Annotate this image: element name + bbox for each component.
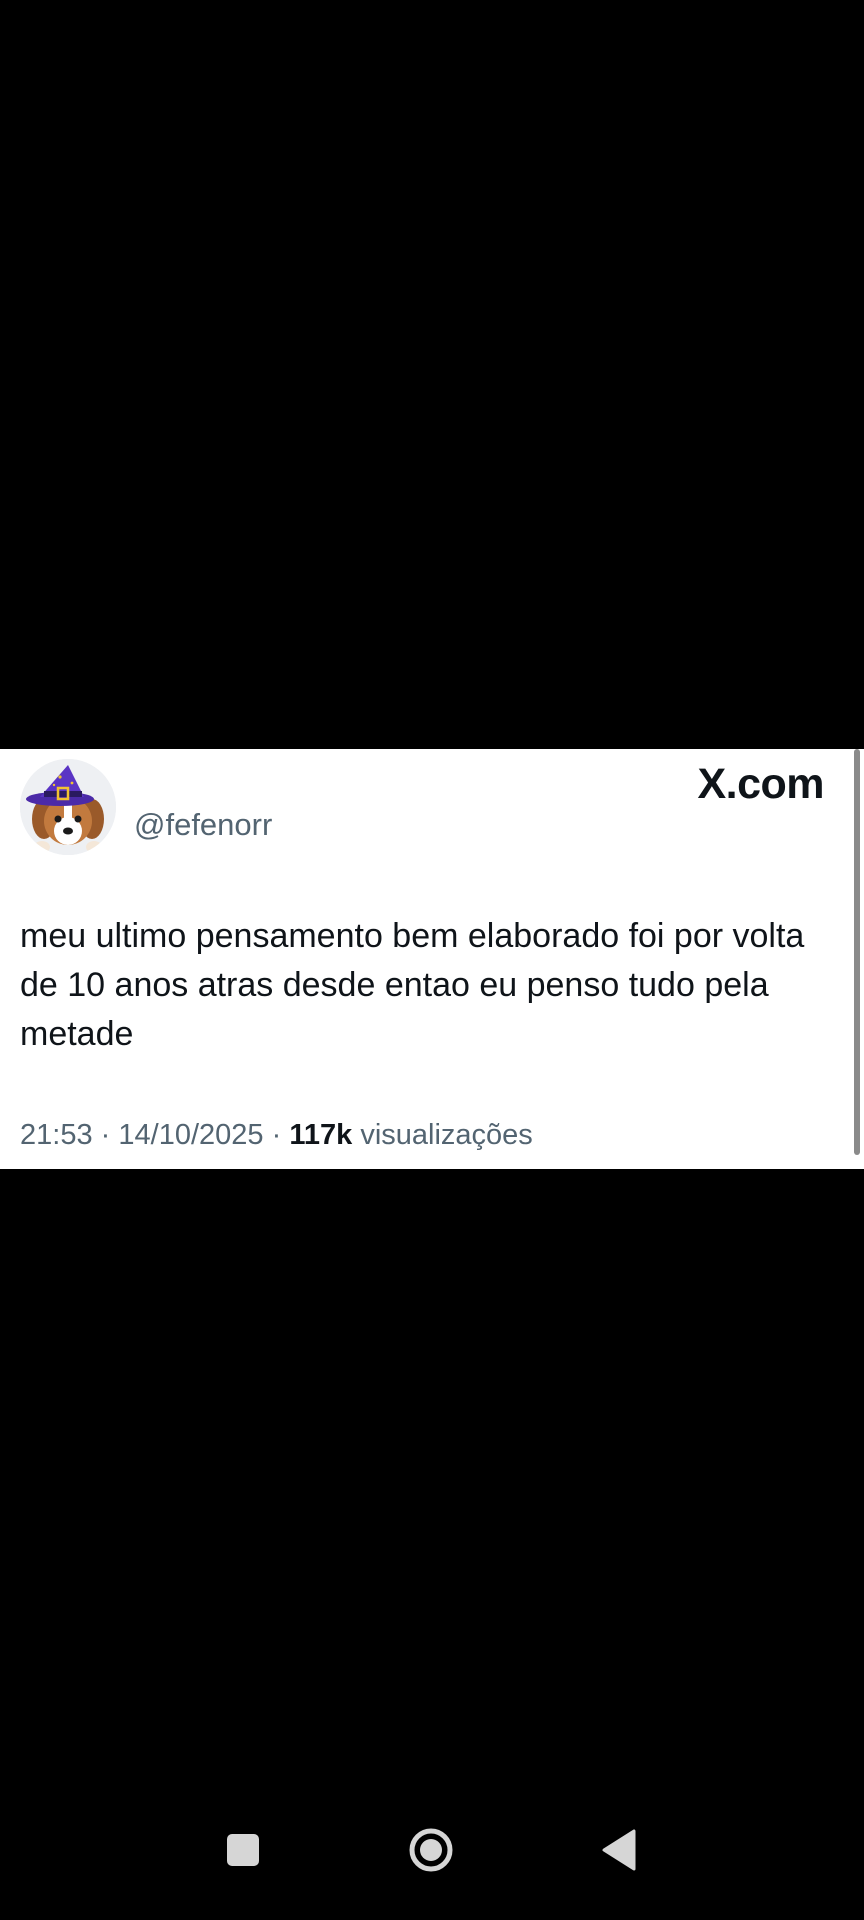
meta-separator: · xyxy=(100,1119,111,1151)
meta-separator: · xyxy=(271,1119,282,1151)
tweet-card[interactable]: @fefenorr X.com meu ultimo pensamento be… xyxy=(0,749,864,1169)
puppy-avatar-icon xyxy=(20,759,116,855)
views-label: visualizações xyxy=(360,1119,533,1151)
circle-home-icon xyxy=(409,1828,453,1872)
square-icon xyxy=(227,1834,259,1866)
recents-button[interactable] xyxy=(203,1810,283,1890)
user-handle[interactable]: @fefenorr xyxy=(134,809,272,840)
tweet-date[interactable]: 14/10/2025 xyxy=(118,1119,263,1151)
back-button[interactable] xyxy=(579,1810,659,1890)
tweet-time[interactable]: 21:53 xyxy=(20,1119,93,1151)
home-button[interactable] xyxy=(391,1810,471,1890)
system-nav-bar xyxy=(0,1810,864,1920)
triangle-back-icon xyxy=(602,1829,636,1871)
views-count[interactable]: 117k xyxy=(289,1119,352,1151)
avatar[interactable] xyxy=(20,759,116,855)
tweet-text: meu ultimo pensamento bem elaborado foi … xyxy=(20,917,805,1053)
x-brand-logo: X.com xyxy=(697,760,824,808)
tweet-meta: 21:53 · 14/10/2025 · 117k visualizações xyxy=(20,1121,533,1150)
scrollbar[interactable] xyxy=(854,749,860,1155)
